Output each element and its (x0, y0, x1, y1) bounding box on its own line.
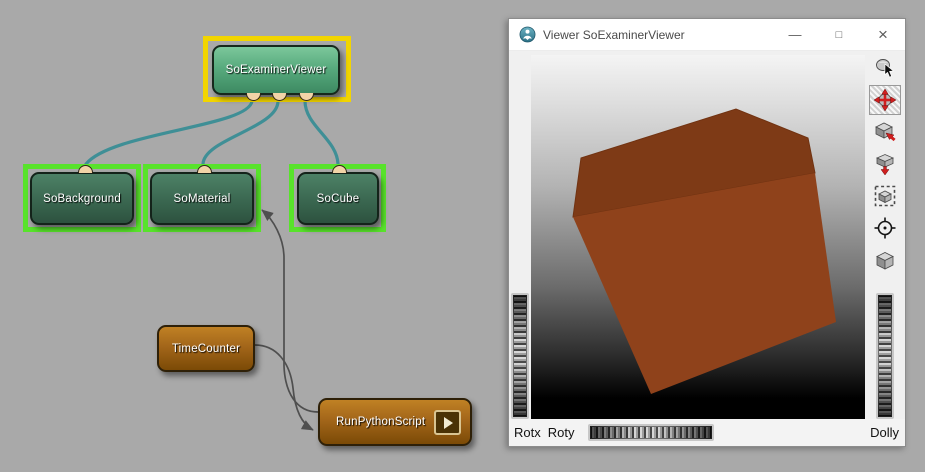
node-soexaminerviewer[interactable]: SoExaminerViewer (212, 45, 340, 95)
app-icon (519, 26, 536, 43)
run-script-button[interactable] (434, 410, 461, 435)
play-icon (444, 417, 453, 429)
roty-label: Roty (548, 425, 575, 440)
camera-type-icon (873, 248, 897, 272)
node-somaterial[interactable]: SoMaterial (150, 172, 254, 225)
node-label: RunPythonScript (336, 416, 425, 428)
view-mode-button[interactable] (869, 85, 901, 115)
minimize-button[interactable]: — (773, 19, 817, 50)
camera-type-button[interactable] (869, 245, 901, 275)
rotx-label: Rotx (514, 425, 541, 440)
scene-output-connector[interactable] (197, 165, 212, 173)
seek-button[interactable] (869, 117, 901, 147)
viewer-titlebar[interactable]: Viewer SoExaminerViewer — □ × (509, 19, 905, 51)
scene-connections[interactable] (86, 101, 338, 164)
node-label: SoCube (317, 193, 360, 205)
scene-output-connector[interactable] (332, 165, 347, 173)
3d-viewport[interactable] (531, 55, 867, 420)
maximize-button[interactable]: □ (817, 19, 861, 50)
focal-point-icon (873, 216, 897, 240)
set-home-icon (873, 152, 897, 176)
node-runpythonscript[interactable]: RunPythonScript (318, 398, 472, 446)
view-all-icon (873, 184, 897, 208)
viewer-window: Viewer SoExaminerViewer — □ × (508, 18, 906, 447)
left-decoration-strip (509, 51, 531, 419)
rotx-thumbwheel[interactable] (511, 293, 529, 419)
cube-render (531, 55, 867, 420)
set-home-button[interactable] (869, 149, 901, 179)
roty-thumbwheel[interactable] (588, 424, 714, 441)
window-title: Viewer SoExaminerViewer (543, 28, 773, 42)
pick-mode-icon (873, 56, 897, 80)
close-button[interactable]: × (861, 19, 905, 50)
view-all-button[interactable] (869, 181, 901, 211)
node-sobackground[interactable]: SoBackground (30, 172, 134, 225)
node-timecounter[interactable]: TimeCounter (157, 325, 255, 372)
parameter-connections[interactable] (255, 210, 318, 430)
dolly-label: Dolly (870, 425, 899, 440)
view-mode-icon (873, 88, 897, 112)
pick-mode-button[interactable] (869, 53, 901, 83)
node-label: SoExaminerViewer (226, 64, 327, 76)
seek-icon (873, 120, 897, 144)
node-label: SoBackground (43, 193, 121, 205)
dolly-thumbwheel[interactable] (876, 293, 894, 419)
node-socube[interactable]: SoCube (297, 172, 379, 225)
viewer-bottom-bar: Rotx Roty Dolly (509, 419, 905, 446)
scene-output-connector[interactable] (78, 165, 93, 173)
focal-point-button[interactable] (869, 213, 901, 243)
node-label: TimeCounter (172, 343, 240, 355)
viewer-toolbar (865, 51, 905, 419)
node-label: SoMaterial (174, 193, 231, 205)
